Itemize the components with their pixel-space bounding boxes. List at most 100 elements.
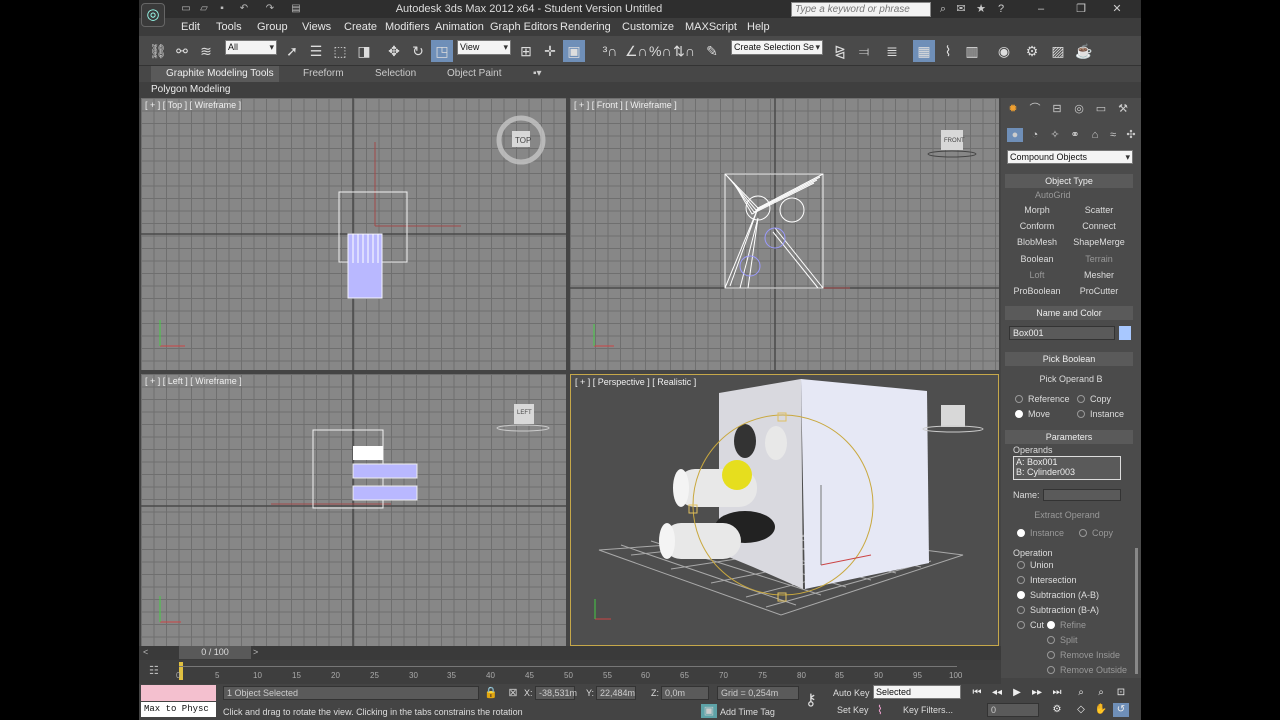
- z-coordinate-field[interactable]: 0,0m: [661, 686, 709, 700]
- communication-center-icon[interactable]: ✉: [953, 2, 969, 16]
- selection-filter-dropdown[interactable]: All: [225, 40, 277, 55]
- intersection-radio[interactable]: Intersection: [1017, 575, 1077, 585]
- lock-selection-icon[interactable]: 🔒: [483, 686, 499, 700]
- object-type-rollout[interactable]: Object Type: [1005, 174, 1133, 188]
- select-object-icon[interactable]: ➚: [281, 40, 303, 62]
- redo-icon[interactable]: ↷: [263, 2, 277, 15]
- application-button[interactable]: ◎: [141, 3, 165, 27]
- tab-freeform[interactable]: Freeform: [303, 68, 344, 79]
- close-icon[interactable]: ✕: [1109, 2, 1125, 16]
- split-radio[interactable]: Split: [1047, 635, 1078, 645]
- ribbon-options-icon[interactable]: ▪▾: [533, 68, 542, 79]
- viewcube-left[interactable]: LEFT: [517, 410, 532, 416]
- time-slider-prev[interactable]: <: [143, 647, 148, 657]
- tab-polygon-modeling[interactable]: Polygon Modeling: [151, 84, 231, 95]
- go-to-end-icon[interactable]: ⏭: [1049, 686, 1065, 700]
- orbit-icon[interactable]: ↺: [1113, 703, 1129, 717]
- time-tag-icon[interactable]: ▣: [701, 704, 717, 718]
- subtraction-a-b-radio[interactable]: Subtraction (A-B): [1017, 590, 1099, 600]
- key-icon[interactable]: ⚷: [805, 690, 817, 710]
- tab-selection[interactable]: Selection: [375, 68, 416, 79]
- time-slider-track[interactable]: [139, 646, 1001, 660]
- tab-graphite-modeling-tools[interactable]: Graphite Modeling Tools: [151, 66, 279, 82]
- graphite-ribbon-icon[interactable]: ▦: [913, 40, 935, 62]
- viewcube-front[interactable]: FRONT: [944, 138, 965, 144]
- bind-space-warp-icon[interactable]: ≋: [195, 40, 217, 62]
- autogrid-checkbox[interactable]: AutoGrid: [1035, 190, 1071, 200]
- current-frame-field[interactable]: 0: [987, 703, 1039, 717]
- undo-icon[interactable]: ↶: [237, 2, 251, 15]
- conform-button[interactable]: Conform: [1007, 219, 1067, 234]
- snaps-toggle-icon[interactable]: ³∩: [599, 40, 621, 62]
- minimize-icon[interactable]: –: [1033, 2, 1049, 16]
- unlink-icon[interactable]: ⚯: [171, 40, 193, 62]
- move-icon[interactable]: ✥: [383, 40, 405, 62]
- blobmesh-button[interactable]: BlobMesh: [1007, 235, 1067, 250]
- key-curve-icon[interactable]: ⌇: [877, 703, 883, 717]
- morph-button[interactable]: Morph: [1007, 203, 1067, 218]
- rotate-icon[interactable]: ↻: [407, 40, 429, 62]
- new-file-icon[interactable]: ▭: [179, 2, 193, 15]
- viewport-perspective[interactable]: [ + ] [ Perspective ] [ Realistic ]: [570, 374, 999, 646]
- scale-icon[interactable]: ◳: [431, 40, 453, 62]
- copy-radio[interactable]: Copy: [1077, 394, 1111, 404]
- rectangular-selection-icon[interactable]: ⬚: [329, 40, 351, 62]
- procutter-button[interactable]: ProCutter: [1069, 284, 1129, 299]
- scatter-button[interactable]: Scatter: [1069, 203, 1129, 218]
- select-manipulate-icon[interactable]: ✛: [539, 40, 561, 62]
- binoculars-icon[interactable]: ⌕: [935, 2, 951, 16]
- operands-list[interactable]: A: Box001 B: Cylinder003: [1013, 456, 1121, 480]
- mesher-button[interactable]: Mesher: [1069, 268, 1129, 283]
- menu-customize[interactable]: Customize: [622, 21, 674, 33]
- add-time-tag[interactable]: Add Time Tag: [720, 707, 775, 717]
- space-warps-icon[interactable]: ≈: [1105, 128, 1121, 142]
- x-coordinate-field[interactable]: -38,531m: [535, 686, 577, 700]
- reference-radio[interactable]: Reference: [1015, 394, 1070, 404]
- window-crossing-icon[interactable]: ◨: [353, 40, 375, 62]
- object-name-field[interactable]: Box001: [1009, 326, 1115, 340]
- time-slider-next[interactable]: >: [253, 647, 258, 657]
- pivot-center-icon[interactable]: ⊞: [515, 40, 537, 62]
- extract-instance-radio[interactable]: Instance: [1017, 528, 1064, 538]
- systems-icon[interactable]: ✣: [1123, 128, 1139, 142]
- named-selection-dropdown[interactable]: Create Selection Se: [731, 40, 823, 55]
- field-of-view-icon[interactable]: ◇: [1073, 703, 1089, 717]
- loft-button[interactable]: Loft: [1007, 268, 1067, 283]
- zoom-extents-icon[interactable]: ⊡: [1113, 686, 1129, 700]
- display-tab-icon[interactable]: ▭: [1093, 102, 1109, 116]
- motion-tab-icon[interactable]: ◎: [1071, 102, 1087, 116]
- curve-editor-icon[interactable]: ⌇: [937, 40, 959, 62]
- pan-icon[interactable]: ✋: [1093, 703, 1109, 717]
- set-key-button[interactable]: Set Key: [837, 705, 869, 715]
- render-setup-icon[interactable]: ⚙: [1021, 40, 1043, 62]
- mirror-icon[interactable]: ⧎: [829, 40, 851, 62]
- layer-manager-icon[interactable]: ≣: [881, 40, 903, 62]
- menu-modifiers[interactable]: Modifiers: [385, 21, 430, 33]
- zoom-icon[interactable]: ⌕: [1073, 686, 1089, 700]
- refine-radio[interactable]: Refine: [1047, 620, 1086, 630]
- menu-maxscript[interactable]: MAXScript: [685, 21, 737, 33]
- union-radio[interactable]: Union: [1017, 560, 1054, 570]
- absolute-mode-icon[interactable]: ⊠: [505, 686, 521, 700]
- name-and-color-rollout[interactable]: Name and Color: [1005, 306, 1133, 320]
- extract-copy-radio[interactable]: Copy: [1079, 528, 1113, 538]
- save-file-icon[interactable]: ▪: [215, 2, 229, 15]
- key-filters-button[interactable]: Key Filters...: [903, 705, 953, 715]
- cut-radio[interactable]: Cut: [1017, 620, 1044, 630]
- project-folder-icon[interactable]: ▤: [289, 2, 303, 15]
- menu-views[interactable]: Views: [302, 21, 331, 33]
- helpers-icon[interactable]: ⌂: [1087, 128, 1103, 142]
- auto-key-button[interactable]: Auto Key: [833, 688, 870, 698]
- pick-boolean-rollout[interactable]: Pick Boolean: [1005, 352, 1133, 366]
- next-frame-icon[interactable]: ▸▸: [1029, 686, 1045, 700]
- proboolean-button[interactable]: ProBoolean: [1007, 284, 1067, 299]
- search-input[interactable]: Type a keyword or phrase: [791, 2, 931, 17]
- link-icon[interactable]: ⛓: [147, 40, 169, 62]
- create-tab-icon[interactable]: ✹: [1005, 102, 1021, 116]
- rendered-frame-window-icon[interactable]: ▨: [1047, 40, 1069, 62]
- shapemerge-button[interactable]: ShapeMerge: [1069, 235, 1129, 250]
- extract-operand-button[interactable]: Extract Operand: [1013, 508, 1121, 523]
- menu-animation[interactable]: Animation: [435, 21, 484, 33]
- select-by-name-icon[interactable]: ☰: [305, 40, 327, 62]
- viewport-left[interactable]: [ + ] [ Left ] [ Wireframe ] LEFT: [141, 374, 566, 646]
